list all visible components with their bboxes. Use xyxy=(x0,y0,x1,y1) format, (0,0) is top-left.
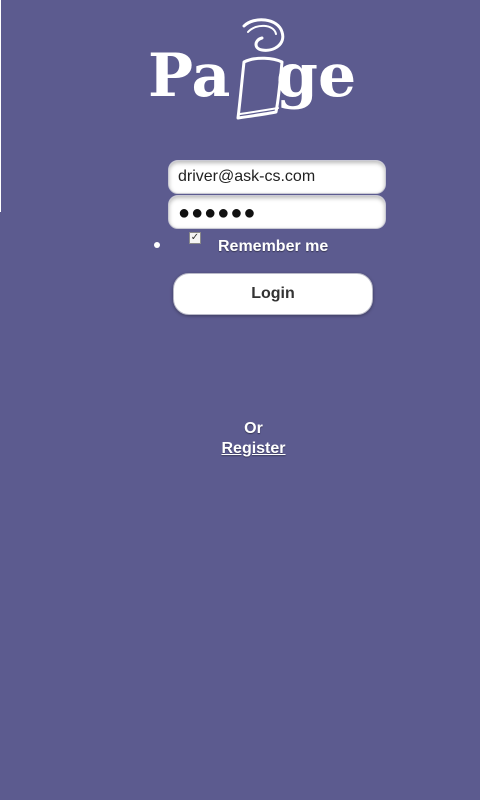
remember-me-checkbox[interactable]: ✓ xyxy=(189,232,201,244)
login-button[interactable]: Login xyxy=(173,273,373,315)
email-input[interactable] xyxy=(168,160,386,194)
password-input[interactable] xyxy=(168,195,386,229)
left-edge-divider xyxy=(0,0,1,212)
remember-me-label: Remember me xyxy=(218,238,329,255)
or-separator-text: Or xyxy=(244,420,263,437)
register-link[interactable]: Register xyxy=(0,440,480,458)
logo-text-right: ge xyxy=(276,41,356,111)
logo-text-left: Pa xyxy=(148,41,230,111)
paige-logo: Pa ge xyxy=(148,18,356,120)
list-bullet xyxy=(154,242,160,248)
